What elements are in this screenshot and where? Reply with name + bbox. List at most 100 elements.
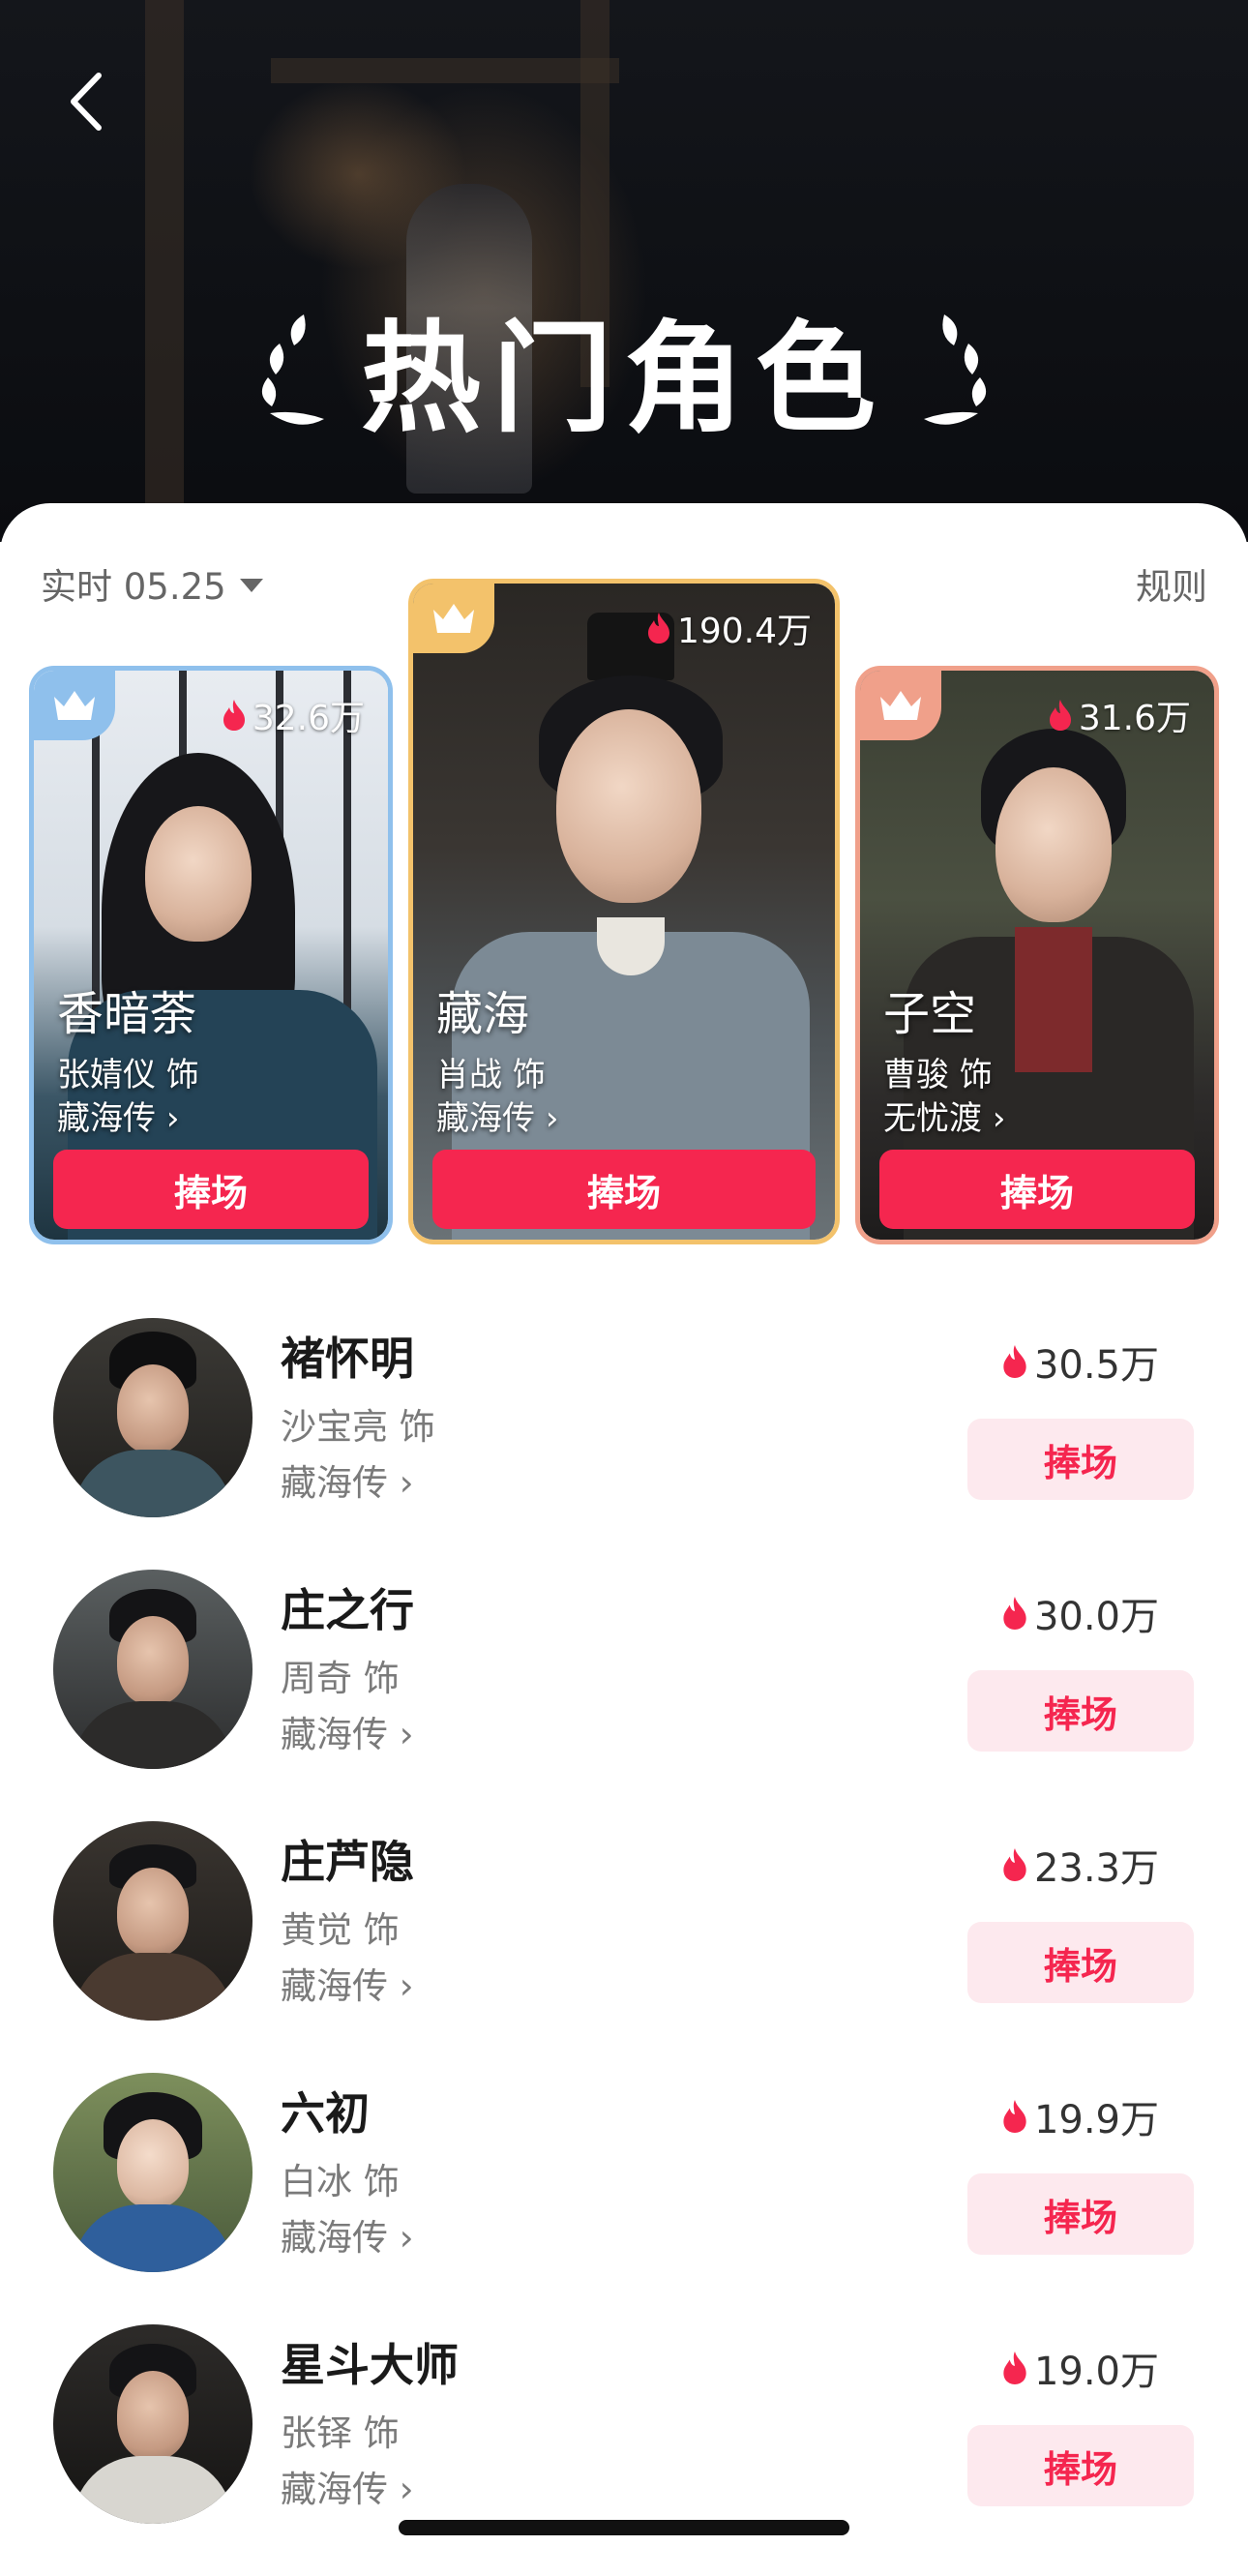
show-title: 藏海传 (281, 1714, 388, 1755)
list-item[interactable]: 庄之行 周奇 饰 藏海传 › 30.0万 捧场 (0, 1570, 1248, 1821)
avatar (53, 1318, 253, 1517)
list-item[interactable]: 庄芦隐 黄觉 饰 藏海传 › 23.3万 捧场 (0, 1821, 1248, 2073)
show-link[interactable]: 藏海传 › (281, 2208, 414, 2261)
character-name: 褚怀明 (281, 1333, 414, 1385)
actor-name: 张铎 饰 (281, 2412, 400, 2454)
back-button[interactable] (56, 68, 114, 135)
home-indicator[interactable] (399, 2520, 849, 2535)
actor-name: 白冰 饰 (281, 2161, 400, 2202)
chevron-right-icon: › (545, 1099, 559, 1138)
heat-value: 19.9万 (1033, 2098, 1159, 2142)
dropdown-arrow-icon (239, 579, 263, 592)
show-link[interactable]: 藏海传 › (281, 2460, 414, 2512)
chevron-left-icon (71, 73, 102, 131)
fire-icon (1003, 2100, 1026, 2133)
chevron-right-icon: › (399, 1714, 414, 1755)
podium-card-third[interactable]: 31.6万 子空 曹骏 饰 无忧渡 › 捧场 (855, 666, 1219, 1244)
heat-value: 190.4万 (676, 612, 812, 651)
heat-value: 23.3万 (1033, 1846, 1159, 1891)
laurel-left-icon (261, 315, 324, 425)
chevron-right-icon: › (399, 1462, 414, 1504)
heat-count: 23.3万 (1001, 1837, 1159, 1893)
chevron-right-icon: › (399, 2217, 414, 2259)
cheer-button[interactable]: 捧场 (967, 1670, 1194, 1752)
rank-badge (860, 671, 941, 740)
cheer-button[interactable]: 捧场 (879, 1150, 1195, 1229)
heat-count: 19.9万 (1001, 2088, 1159, 2144)
avatar (53, 2073, 253, 2272)
page-title-area: 热门角色 (0, 285, 1248, 450)
character-name: 六初 (281, 2087, 370, 2140)
actor-name: 周奇 饰 (281, 1658, 400, 1699)
list-item[interactable]: 星斗大师 张铎 饰 藏海传 › 19.0万 捧场 (0, 2324, 1248, 2576)
cheer-button[interactable]: 捧场 (53, 1150, 369, 1229)
character-portrait (413, 584, 835, 1240)
header-banner: 热门角色 (0, 0, 1248, 542)
character-name: 星斗大师 (281, 2339, 459, 2391)
date-selector[interactable]: 实时 05.25 (41, 557, 263, 610)
heat-count: 32.6万 (222, 690, 365, 740)
heat-value: 30.0万 (1033, 1595, 1159, 1639)
show-title: 藏海传 (281, 2469, 388, 2510)
avatar (53, 1570, 253, 1769)
show-title: 藏海传 (436, 1099, 535, 1138)
rank-badge (413, 584, 494, 653)
fire-icon (1003, 1848, 1026, 1881)
character-name: 香暗荼 (57, 987, 197, 1041)
fire-icon (1003, 1597, 1026, 1630)
heat-count: 190.4万 (646, 603, 812, 653)
show-title: 无忧渡 (883, 1099, 982, 1138)
show-link[interactable]: 藏海传 › (281, 1705, 414, 1757)
rank-badge (34, 671, 115, 740)
heat-count: 30.5万 (1001, 1333, 1159, 1390)
show-link[interactable]: 藏海传 › (281, 1453, 414, 1506)
avatar (53, 1821, 253, 2021)
cheer-button[interactable]: 捧场 (967, 2173, 1194, 2255)
ranking-panel: 实时 05.25 规则 32.6万 香暗荼 张婧仪 饰 藏海传 › 捧场 190… (0, 503, 1248, 2560)
page-title: 热门角色 (360, 310, 887, 449)
fire-icon (1049, 700, 1071, 731)
cheer-button[interactable]: 捧场 (967, 2425, 1194, 2506)
list-item[interactable]: 褚怀明 沙宝亮 饰 藏海传 › 30.5万 捧场 (0, 1318, 1248, 1570)
chevron-right-icon: › (165, 1099, 180, 1138)
podium-card-second[interactable]: 32.6万 香暗荼 张婧仪 饰 藏海传 › 捧场 (29, 666, 393, 1244)
date-label: 实时 05.25 (41, 566, 226, 608)
show-link[interactable]: 无忧渡 › (883, 1092, 1005, 1139)
actor-name: 张婧仪 饰 (57, 1056, 199, 1094)
heat-count: 30.0万 (1001, 1585, 1159, 1641)
rules-link[interactable]: 规则 (1136, 557, 1207, 610)
actor-name: 肖战 饰 (436, 1056, 546, 1094)
show-link[interactable]: 藏海传 › (57, 1092, 179, 1139)
crown-icon (433, 604, 474, 633)
list-item[interactable]: 六初 白冰 饰 藏海传 › 19.9万 捧场 (0, 2073, 1248, 2324)
background-beam (271, 58, 619, 83)
crown-icon (880, 691, 921, 720)
cheer-button[interactable]: 捧场 (967, 1922, 1194, 2003)
actor-name: 沙宝亮 饰 (281, 1406, 435, 1448)
fire-icon (1003, 2351, 1026, 2384)
fire-icon (647, 613, 669, 644)
heat-value: 30.5万 (1033, 1343, 1159, 1388)
character-name: 子空 (883, 987, 977, 1041)
heat-count: 31.6万 (1048, 690, 1191, 740)
heat-value: 19.0万 (1033, 2350, 1159, 2394)
character-name: 庄之行 (281, 1584, 414, 1636)
cheer-button[interactable]: 捧场 (967, 1419, 1194, 1500)
show-title: 藏海传 (281, 1965, 388, 2007)
character-name: 庄芦隐 (281, 1836, 414, 1888)
chevron-right-icon: › (399, 1965, 414, 2007)
fire-icon (1003, 1345, 1026, 1378)
avatar (53, 2324, 253, 2524)
heat-count: 19.0万 (1001, 2340, 1159, 2396)
cheer-button[interactable]: 捧场 (432, 1150, 816, 1229)
crown-icon (54, 691, 95, 720)
fire-icon (223, 700, 245, 731)
chevron-right-icon: › (399, 2469, 414, 2510)
show-title: 藏海传 (281, 1462, 388, 1504)
show-title: 藏海传 (57, 1099, 156, 1138)
podium-card-first[interactable]: 190.4万 藏海 肖战 饰 藏海传 › 捧场 (408, 579, 840, 1244)
show-link[interactable]: 藏海传 › (281, 1957, 414, 2009)
heat-value: 32.6万 (252, 699, 365, 738)
show-link[interactable]: 藏海传 › (436, 1092, 558, 1139)
actor-name: 曹骏 饰 (883, 1056, 993, 1094)
